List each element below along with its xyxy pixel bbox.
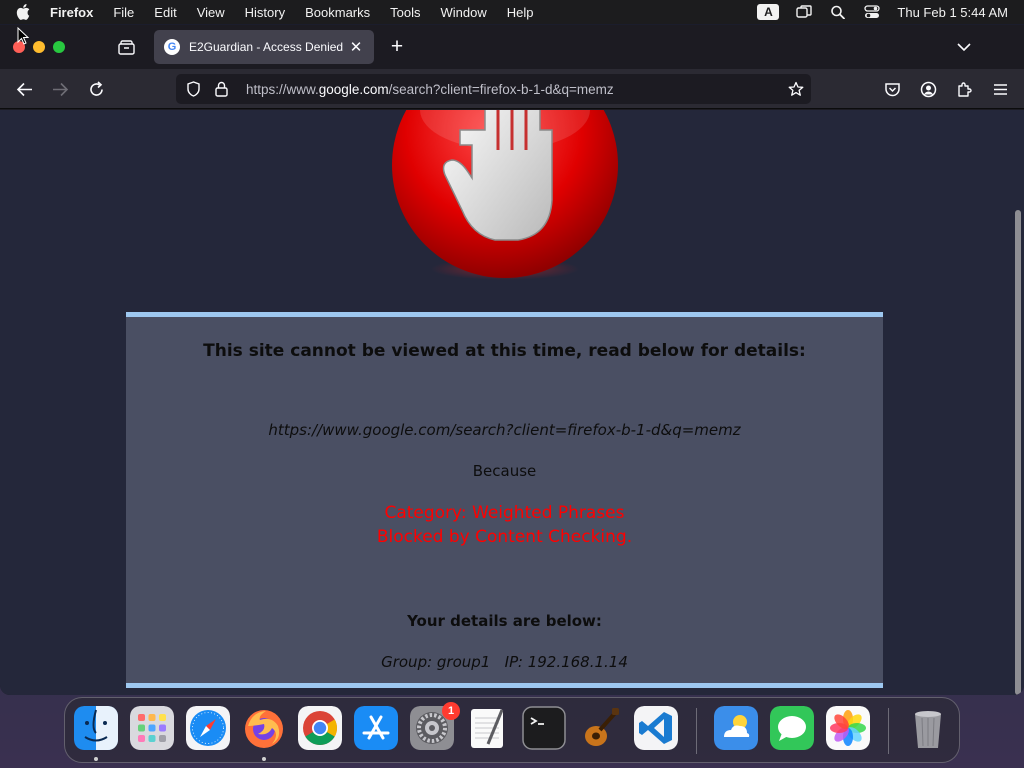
firefox-running-indicator [262, 757, 266, 761]
dock-trash-icon[interactable] [906, 706, 950, 750]
dock: 1 [64, 697, 960, 763]
dock-textedit-icon[interactable] [466, 706, 510, 750]
forward-arrow-icon[interactable] [50, 79, 70, 99]
dock-garageband-icon[interactable] [578, 706, 622, 750]
back-arrow-icon[interactable] [14, 79, 34, 99]
pocket-icon[interactable] [882, 79, 902, 99]
page-content: This site cannot be viewed at this time,… [0, 110, 1024, 695]
menu-file[interactable]: File [113, 5, 134, 20]
access-denied-panel: This site cannot be viewed at this time,… [126, 312, 883, 688]
firefox-view-icon[interactable] [116, 38, 136, 56]
menu-bookmarks[interactable]: Bookmarks [305, 5, 370, 20]
system-settings-badge: 1 [442, 702, 460, 720]
menu-app-name[interactable]: Firefox [50, 5, 93, 20]
padlock-icon[interactable] [212, 80, 230, 98]
block-reason-detail: Blocked by Content Checking. [376, 527, 633, 547]
dock-safari-icon[interactable] [186, 706, 230, 750]
dock-separator [696, 708, 697, 754]
input-source-icon[interactable]: A [757, 4, 780, 20]
details-heading: Your details are below: [407, 612, 602, 630]
window-minimize-button[interactable] [33, 41, 45, 53]
menu-tools[interactable]: Tools [390, 5, 420, 20]
navigation-toolbar: https://www.google.com/search?client=fir… [0, 69, 1024, 109]
stop-hand-icon [392, 110, 618, 278]
dock-finder-icon[interactable] [74, 706, 118, 750]
user-ip: IP: 192.168.1.14 [504, 653, 628, 671]
tracking-protection-shield-icon[interactable] [184, 80, 202, 98]
menu-view[interactable]: View [197, 5, 225, 20]
spotlight-search-icon[interactable] [829, 4, 847, 20]
menu-window[interactable]: Window [441, 5, 487, 20]
extensions-puzzle-icon[interactable] [954, 79, 974, 99]
hamburger-menu-icon[interactable] [990, 79, 1010, 99]
control-center-icon[interactable] [863, 4, 881, 20]
menu-history[interactable]: History [245, 5, 285, 20]
dock-weather-icon[interactable] [714, 706, 758, 750]
menu-edit[interactable]: Edit [154, 5, 176, 20]
tab-title: E2Guardian - Access Denied [189, 40, 344, 54]
dock-chrome-icon[interactable] [298, 706, 342, 750]
reload-icon[interactable] [86, 79, 106, 99]
blocked-url: https://www.google.com/search?client=fir… [268, 421, 741, 439]
screen-mirroring-icon[interactable] [795, 4, 813, 20]
vertical-scrollbar[interactable] [1012, 110, 1024, 695]
user-group: Group: group1 [381, 653, 491, 671]
mouse-pointer-icon [17, 27, 29, 45]
tab-close-icon[interactable]: ✕ [348, 38, 364, 56]
url-text[interactable]: https://www.google.com/search?client=fir… [246, 82, 787, 97]
dock-terminal-icon[interactable] [522, 706, 566, 750]
dock-separator [888, 708, 889, 754]
dock-firefox-icon[interactable] [242, 706, 286, 750]
google-favicon-icon: G [164, 39, 180, 55]
scrollbar-thumb[interactable] [1015, 210, 1021, 695]
dock-photos-icon[interactable] [826, 706, 870, 750]
url-host: google.com [318, 81, 389, 97]
dock-vscode-icon[interactable] [634, 706, 678, 750]
page-heading: This site cannot be viewed at this time,… [203, 341, 806, 361]
menubar-clock[interactable]: Thu Feb 1 5:44 AM [897, 5, 1008, 20]
user-details: Group: group1 IP: 192.168.1.14 [126, 653, 883, 671]
block-reason-category: Category: Weighted Phrases [384, 503, 625, 523]
tab-strip: G E2Guardian - Access Denied ✕ + [0, 25, 1024, 69]
dock-app-store-icon[interactable] [354, 706, 398, 750]
new-tab-plus-icon[interactable]: + [387, 36, 407, 58]
menu-bar: Firefox File Edit View History Bookmarks… [0, 0, 1024, 24]
dock-messages-icon[interactable] [770, 706, 814, 750]
url-prefix: https://www. [246, 81, 319, 97]
menu-help[interactable]: Help [507, 5, 534, 20]
window-zoom-button[interactable] [53, 41, 65, 53]
apple-menu-icon[interactable] [16, 4, 36, 20]
dock-launchpad-icon[interactable] [130, 706, 174, 750]
account-icon[interactable] [918, 79, 938, 99]
browser-window: G E2Guardian - Access Denied ✕ + https:/… [0, 25, 1024, 695]
finder-running-indicator [94, 757, 98, 761]
url-path: /search?client=firefox-b-1-d&q=memz [388, 81, 614, 97]
because-label: Because [472, 462, 537, 480]
address-bar[interactable]: https://www.google.com/search?client=fir… [176, 74, 811, 104]
list-all-tabs-chevron-icon[interactable] [955, 39, 973, 55]
tab-active[interactable]: G E2Guardian - Access Denied ✕ [154, 30, 374, 64]
bookmark-star-icon[interactable] [787, 80, 805, 98]
